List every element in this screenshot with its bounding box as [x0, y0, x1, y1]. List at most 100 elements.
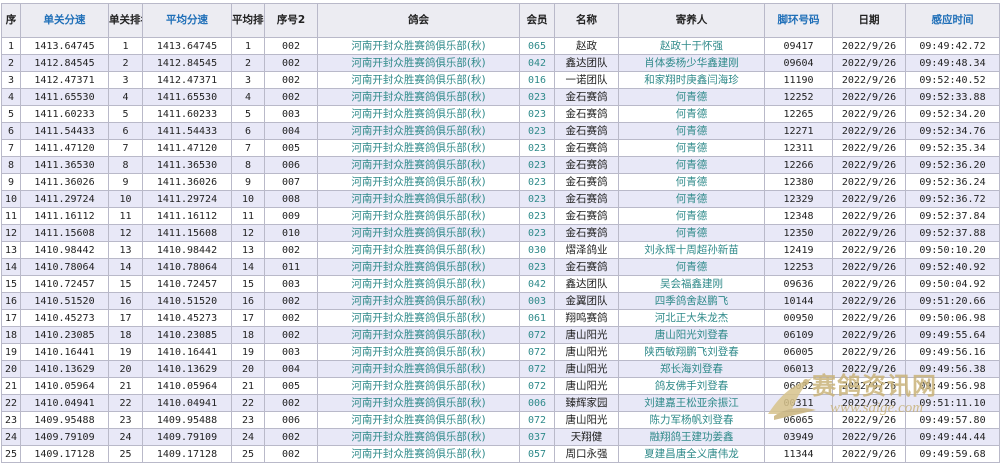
cell-club[interactable]: 河南开封众胜赛鸽俱乐部(秋): [317, 445, 520, 463]
cell-owner[interactable]: 夏建昌唐全义唐伟龙: [618, 445, 765, 463]
cell-club[interactable]: 河南开封众胜赛鸽俱乐部(秋): [317, 156, 520, 174]
cell-seq2: 003: [264, 275, 318, 293]
cell-club[interactable]: 河南开封众胜赛鸽俱乐部(秋): [317, 241, 520, 259]
cell-name: 唐山阳光: [554, 326, 619, 344]
cell-club[interactable]: 河南开封众胜赛鸽俱乐部(秋): [317, 428, 520, 446]
cell-owner[interactable]: 吴会福鑫建刚: [618, 275, 765, 293]
cell-date: 2022/9/26: [832, 377, 906, 395]
cell-date: 2022/9/26: [832, 445, 906, 463]
cell-club[interactable]: 河南开封众胜赛鸽俱乐部(秋): [317, 360, 520, 378]
table-row: 22 1410.04941 22 1410.04941 22 002 河南开封众胜赛鸽俱乐部…: [1, 394, 1000, 412]
cell-owner[interactable]: 何青德: [618, 122, 765, 140]
cell-owner[interactable]: 何青德: [618, 224, 765, 242]
header-date: 日期: [832, 3, 906, 38]
cell-member[interactable]: 042: [519, 54, 555, 72]
cell-club[interactable]: 河南开封众胜赛鸽俱乐部(秋): [317, 224, 520, 242]
cell-club[interactable]: 河南开封众胜赛鸽俱乐部(秋): [317, 122, 520, 140]
cell-owner[interactable]: 肖体委杨少华鑫建刚: [618, 54, 765, 72]
cell-seq2: 004: [264, 360, 318, 378]
cell-member[interactable]: 072: [519, 360, 555, 378]
cell-owner[interactable]: 何青德: [618, 173, 765, 191]
cell-member[interactable]: 023: [519, 224, 555, 242]
cell-owner[interactable]: 陈力军杨帆刘登春: [618, 411, 765, 429]
cell-owner[interactable]: 唐山阳光刘登春: [618, 326, 765, 344]
cell-owner[interactable]: 何青德: [618, 88, 765, 106]
cell-owner[interactable]: 赵政十于怀强: [618, 37, 765, 55]
cell-member[interactable]: 030: [519, 241, 555, 259]
cell-member[interactable]: 023: [519, 105, 555, 123]
cell-member[interactable]: 016: [519, 71, 555, 89]
cell-owner[interactable]: 郑长海刘登春: [618, 360, 765, 378]
cell-club[interactable]: 河南开封众胜赛鸽俱乐部(秋): [317, 275, 520, 293]
cell-name: 周口永强: [554, 445, 619, 463]
cell-single-speed: 1411.54433: [20, 122, 109, 140]
cell-avg-rank: 6: [231, 122, 265, 140]
cell-club[interactable]: 河南开封众胜赛鸽俱乐部(秋): [317, 54, 520, 72]
table-row: 4 1411.65530 4 1411.65530 4 002 河南开封众胜赛鸽俱乐部(秋)…: [1, 88, 1000, 106]
cell-member[interactable]: 072: [519, 326, 555, 344]
cell-club[interactable]: 河南开封众胜赛鸽俱乐部(秋): [317, 377, 520, 395]
cell-owner[interactable]: 鸽友佛手刘登春: [618, 377, 765, 395]
cell-owner[interactable]: 陕西敏翔鹏飞刘登春: [618, 343, 765, 361]
cell-seq2: 002: [264, 88, 318, 106]
cell-club[interactable]: 河南开封众胜赛鸽俱乐部(秋): [317, 309, 520, 327]
cell-owner[interactable]: 何青德: [618, 258, 765, 276]
cell-member[interactable]: 023: [519, 207, 555, 225]
cell-avg-rank: 1: [231, 37, 265, 55]
cell-club[interactable]: 河南开封众胜赛鸽俱乐部(秋): [317, 71, 520, 89]
cell-club[interactable]: 河南开封众胜赛鸽俱乐部(秋): [317, 343, 520, 361]
cell-club[interactable]: 河南开封众胜赛鸽俱乐部(秋): [317, 411, 520, 429]
cell-club[interactable]: 河南开封众胜赛鸽俱乐部(秋): [317, 292, 520, 310]
cell-club[interactable]: 河南开封众胜赛鸽俱乐部(秋): [317, 37, 520, 55]
cell-owner[interactable]: 融翔鸽王建功姜鑫: [618, 428, 765, 446]
cell-seq2: 002: [264, 241, 318, 259]
cell-member[interactable]: 023: [519, 258, 555, 276]
cell-club[interactable]: 河南开封众胜赛鸽俱乐部(秋): [317, 394, 520, 412]
cell-owner[interactable]: 何青德: [618, 190, 765, 208]
cell-member[interactable]: 023: [519, 190, 555, 208]
cell-date: 2022/9/26: [832, 292, 906, 310]
cell-name: 熠泽鸽业: [554, 241, 619, 259]
cell-member[interactable]: 057: [519, 445, 555, 463]
cell-owner[interactable]: 刘建嘉王松亚余振江: [618, 394, 765, 412]
cell-member[interactable]: 023: [519, 139, 555, 157]
cell-member[interactable]: 003: [519, 292, 555, 310]
cell-avg-rank: 11: [231, 207, 265, 225]
cell-time: 09:52:40.52: [905, 71, 1000, 89]
cell-member[interactable]: 042: [519, 275, 555, 293]
cell-member[interactable]: 072: [519, 377, 555, 395]
cell-owner[interactable]: 四季鸽舍赵鹏飞: [618, 292, 765, 310]
cell-member[interactable]: 006: [519, 394, 555, 412]
cell-owner[interactable]: 刘永辉十周超孙新苗: [618, 241, 765, 259]
cell-date: 2022/9/26: [832, 428, 906, 446]
cell-date: 2022/9/26: [832, 88, 906, 106]
cell-club[interactable]: 河南开封众胜赛鸽俱乐部(秋): [317, 207, 520, 225]
cell-avg-speed: 1410.13629: [142, 360, 232, 378]
cell-member[interactable]: 023: [519, 173, 555, 191]
cell-club[interactable]: 河南开封众胜赛鸽俱乐部(秋): [317, 173, 520, 191]
cell-member[interactable]: 061: [519, 309, 555, 327]
cell-member[interactable]: 037: [519, 428, 555, 446]
header-time[interactable]: 感应时间: [905, 3, 1000, 38]
cell-member[interactable]: 023: [519, 88, 555, 106]
cell-member[interactable]: 023: [519, 122, 555, 140]
cell-owner[interactable]: 何青德: [618, 139, 765, 157]
cell-owner[interactable]: 何青德: [618, 156, 765, 174]
cell-member[interactable]: 072: [519, 343, 555, 361]
cell-club[interactable]: 河南开封众胜赛鸽俱乐部(秋): [317, 190, 520, 208]
cell-owner[interactable]: 和家翔时庚鑫闫海珍: [618, 71, 765, 89]
cell-club[interactable]: 河南开封众胜赛鸽俱乐部(秋): [317, 105, 520, 123]
header-avg-speed[interactable]: 平均分速: [142, 3, 232, 38]
cell-member[interactable]: 072: [519, 411, 555, 429]
header-ring[interactable]: 脚环号码: [764, 3, 833, 38]
header-single-speed[interactable]: 单关分速: [20, 3, 109, 38]
cell-member[interactable]: 065: [519, 37, 555, 55]
cell-club[interactable]: 河南开封众胜赛鸽俱乐部(秋): [317, 326, 520, 344]
cell-owner[interactable]: 何青德: [618, 207, 765, 225]
cell-club[interactable]: 河南开封众胜赛鸽俱乐部(秋): [317, 88, 520, 106]
cell-owner[interactable]: 河北正大朱龙杰: [618, 309, 765, 327]
cell-club[interactable]: 河南开封众胜赛鸽俱乐部(秋): [317, 139, 520, 157]
cell-member[interactable]: 023: [519, 156, 555, 174]
cell-club[interactable]: 河南开封众胜赛鸽俱乐部(秋): [317, 258, 520, 276]
cell-owner[interactable]: 何青德: [618, 105, 765, 123]
